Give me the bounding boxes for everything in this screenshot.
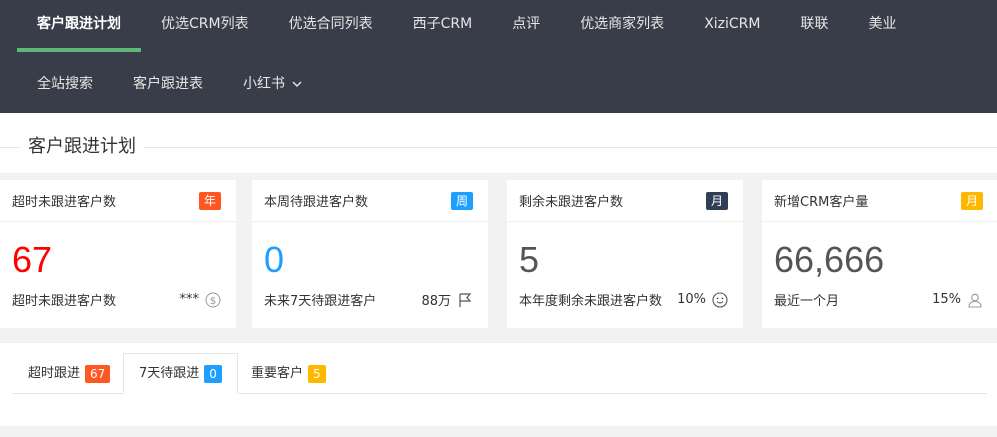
tab-important-customers[interactable]: 重要客户 5 — [236, 353, 341, 394]
stat-card-new-crm: 新增CRM客户量 月 66,666 最近一个月 15% — [762, 180, 997, 328]
stat-card-overdue: 超时未跟进客户数 年 67 超时未跟进客户数 *** $ — [0, 180, 236, 328]
card-header: 新增CRM客户量 月 — [762, 180, 997, 222]
nav-item-dianping[interactable]: 点评 — [492, 0, 560, 52]
card-title: 剩余未跟进客户数 — [519, 195, 624, 210]
nav-item-site-search[interactable]: 全站搜索 — [17, 62, 113, 106]
nav-item-xiaohongshu-dropdown[interactable]: 小红书 — [223, 62, 323, 106]
card-title: 本周待跟进客户数 — [264, 195, 369, 210]
flag-icon — [459, 292, 472, 307]
stat-card-remaining: 剩余未跟进客户数 月 5 本年度剩余未跟进客户数 10% — [507, 180, 743, 328]
card-value: 66,666 — [774, 239, 885, 280]
nav-item-youxuan-crm[interactable]: 优选CRM列表 — [141, 0, 269, 52]
card-footer: 未来7天待跟进客户 88万 — [264, 290, 473, 309]
tab-overdue-follow[interactable]: 超时跟进 67 — [13, 353, 125, 394]
card-title: 新增CRM客户量 — [774, 195, 869, 210]
card-foot-label: 未来7天待跟进客户 — [264, 294, 377, 309]
tab-label: 超时跟进 — [28, 365, 81, 381]
tab-7day-follow[interactable]: 7天待跟进 0 — [123, 353, 238, 394]
card-foot-label: 超时未跟进客户数 — [12, 294, 117, 309]
user-icon — [968, 293, 982, 308]
card-foot-value: 88万 — [421, 294, 451, 309]
primary-nav: 客户跟进计划 优选CRM列表 优选合同列表 西子CRM 点评 优选商家列表 Xi… — [17, 0, 917, 52]
card-foot-value: 10% — [677, 292, 706, 307]
nav-item-lianlian[interactable]: 联联 — [781, 0, 849, 52]
card-foot-value: *** — [179, 292, 200, 307]
card-footer: 最近一个月 15% — [774, 290, 983, 309]
title-divider — [0, 147, 997, 148]
nav-item-youxuan-contracts[interactable]: 优选合同列表 — [269, 0, 393, 52]
card-value: 0 — [264, 239, 285, 280]
nav-item-follow-table[interactable]: 客户跟进表 — [113, 62, 223, 106]
tab-label: 重要客户 — [251, 365, 304, 381]
period-badge: 周 — [450, 191, 473, 210]
nav-item-youxuan-merchants[interactable]: 优选商家列表 — [560, 0, 684, 52]
nav-item-xiaohongshu-label: 小红书 — [243, 76, 285, 92]
period-badge: 年 — [198, 191, 221, 210]
card-footer: 超时未跟进客户数 *** $ — [12, 290, 221, 309]
card-value: 67 — [12, 239, 53, 280]
tab-count-badge: 67 — [85, 364, 111, 383]
period-badge: 月 — [960, 191, 983, 210]
tab-label: 7天待跟进 — [139, 365, 200, 381]
card-header: 超时未跟进客户数 年 — [0, 180, 236, 222]
card-foot-value: 15% — [932, 292, 961, 307]
page-title: 客户跟进计划 — [20, 133, 144, 161]
nav-item-xizicrm[interactable]: XiziCRM — [684, 0, 780, 52]
chevron-down-icon — [292, 81, 302, 87]
nav-item-follow-plan[interactable]: 客户跟进计划 — [17, 0, 141, 52]
card-header: 剩余未跟进客户数 月 — [507, 180, 743, 222]
period-badge: 月 — [705, 191, 728, 210]
tab-count-badge: 0 — [204, 364, 222, 383]
tabs-panel: 超时跟进 67 7天待跟进 0 重要客户 5 — [0, 343, 997, 426]
nav-item-xizi-crm[interactable]: 西子CRM — [393, 0, 493, 52]
svg-text:$: $ — [210, 296, 216, 307]
card-header: 本周待跟进客户数 周 — [252, 180, 488, 222]
card-title: 超时未跟进客户数 — [12, 195, 117, 210]
card-value: 5 — [519, 239, 540, 280]
top-navbar: 客户跟进计划 优选CRM列表 优选合同列表 西子CRM 点评 优选商家列表 Xi… — [0, 0, 997, 113]
card-foot-label: 最近一个月 — [774, 294, 840, 309]
secondary-nav: 全站搜索 客户跟进表 小红书 — [17, 62, 323, 106]
page-title-panel: 客户跟进计划 — [0, 113, 997, 173]
dollar-circle-icon: $ — [205, 292, 221, 307]
tab-count-badge: 5 — [308, 364, 326, 383]
card-footer: 本年度剩余未跟进客户数 10% — [519, 290, 728, 309]
card-foot-label: 本年度剩余未跟进客户数 — [519, 294, 663, 309]
smile-icon — [712, 291, 728, 308]
nav-item-meiye[interactable]: 美业 — [849, 0, 917, 52]
stat-card-weekly: 本周待跟进客户数 周 0 未来7天待跟进客户 88万 — [252, 180, 488, 328]
